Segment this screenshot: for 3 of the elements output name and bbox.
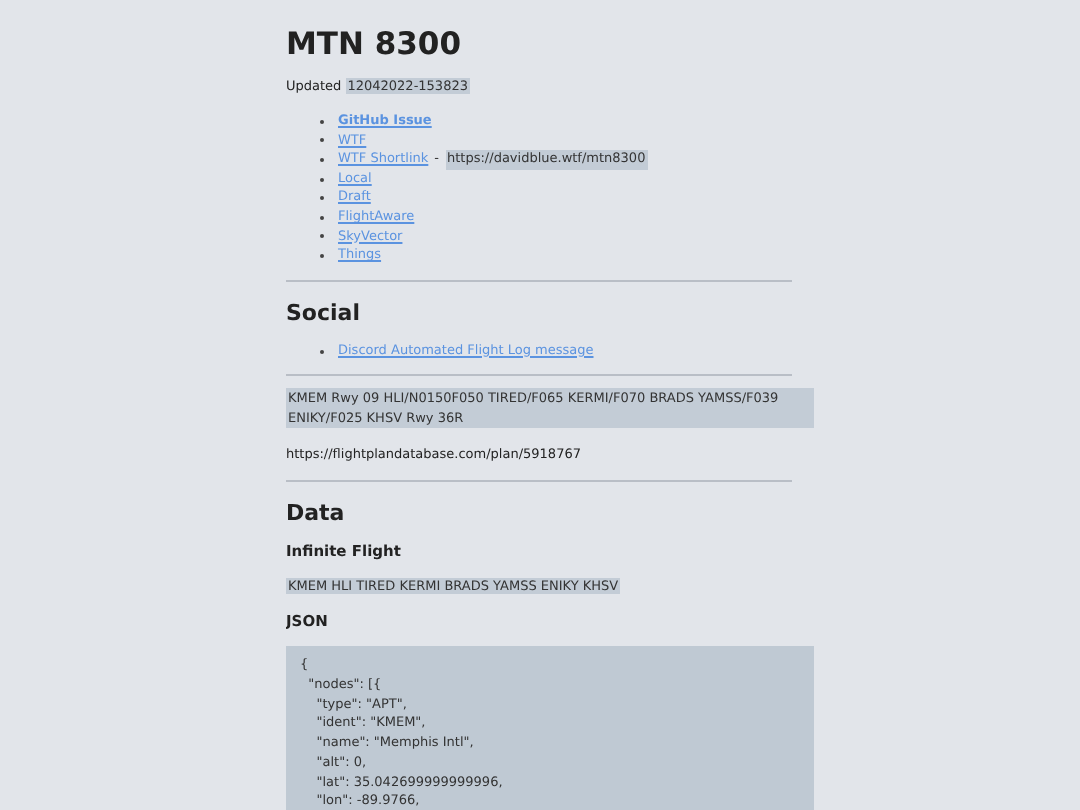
section-heading: Data [286, 500, 347, 527]
section-heading: Social [286, 299, 362, 326]
page-title: MTN 8300 [286, 26, 464, 62]
